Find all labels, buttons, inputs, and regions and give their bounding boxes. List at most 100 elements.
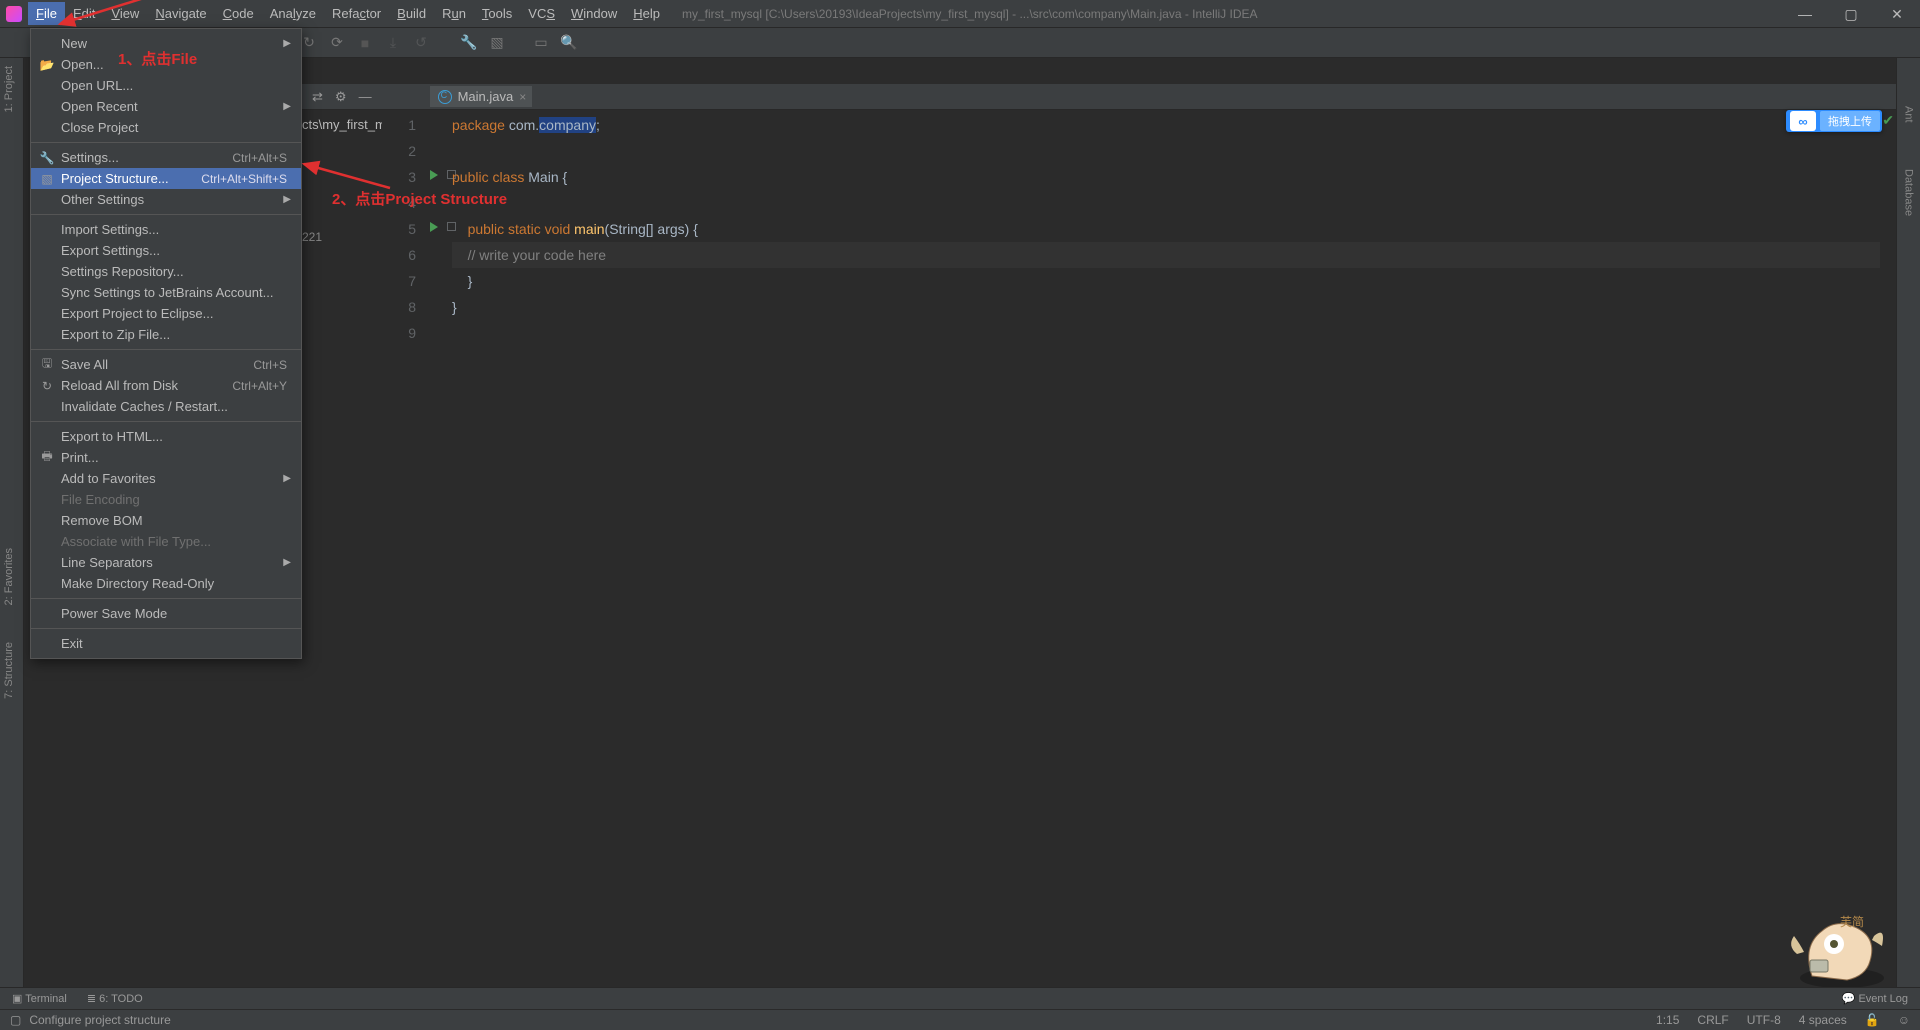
menu-tools[interactable]: Tools — [474, 2, 520, 25]
close-button[interactable]: ✕ — [1874, 0, 1920, 28]
code-line-6[interactable]: // write your code here — [452, 242, 1880, 268]
status-bar: ▢ Configure project structure 1:15 CRLF … — [0, 1009, 1920, 1030]
code-line-9[interactable] — [452, 320, 1880, 346]
left-tool-stripe: 1: Project 2: Favorites 7: Structure — [0, 58, 24, 990]
tab-label: Main.java — [458, 89, 514, 104]
status-message: Configure project structure — [29, 1013, 170, 1027]
cloud-upload-widget[interactable]: ∞ 拖拽上传 — [1786, 110, 1882, 132]
code-line-1[interactable]: package com.company; — [452, 112, 1880, 138]
hide-icon[interactable]: — — [359, 89, 372, 105]
status-line-sep[interactable]: CRLF — [1697, 1013, 1728, 1027]
editor-tab-main[interactable]: Main.java × — [430, 86, 533, 107]
collapse-icon[interactable]: ⇄ — [312, 89, 323, 105]
file-menu-save-all[interactable]: 🖫Save AllCtrl+S — [31, 354, 301, 375]
file-menu-project-structure[interactable]: ▧Project Structure...Ctrl+Alt+Shift+S — [31, 168, 301, 189]
menu-help[interactable]: Help — [625, 2, 668, 25]
file-menu-make-directory-read-only[interactable]: Make Directory Read-Only — [31, 573, 301, 594]
file-menu-exit[interactable]: Exit — [31, 633, 301, 654]
status-lock-icon[interactable]: 🔓 — [1865, 1013, 1880, 1027]
file-menu-reload-all-from-disk[interactable]: ↻Reload All from DiskCtrl+Alt+Y — [31, 375, 301, 396]
code-line-8[interactable]: } — [452, 294, 1880, 320]
gear-icon[interactable]: ⚙ — [335, 89, 347, 105]
status-hector-icon[interactable]: ☺ — [1898, 1013, 1910, 1027]
app-icon — [6, 6, 22, 22]
tool-eventlog[interactable]: 💬 Event Log — [1842, 992, 1908, 1005]
status-caret-pos[interactable]: 1:15 — [1656, 1013, 1679, 1027]
file-menu-invalidate-caches-restart[interactable]: Invalidate Caches / Restart... — [31, 396, 301, 417]
file-menu-line-separators[interactable]: Line Separators▶ — [31, 552, 301, 573]
cloud-icon: ∞ — [1790, 111, 1816, 131]
svg-text:芙简: 芙简 — [1840, 915, 1864, 929]
file-menu-sync-settings-to-jetbrains-account[interactable]: Sync Settings to JetBrains Account... — [31, 282, 301, 303]
tab-close-icon[interactable]: × — [519, 90, 526, 104]
wrench-icon[interactable]: 🔧 — [460, 34, 478, 52]
file-menu-export-project-to-eclipse[interactable]: Export Project to Eclipse... — [31, 303, 301, 324]
bottom-tool-stripe: ▣ Terminal ≣ 6: TODO 💬 Event Log — [0, 987, 1920, 1009]
file-menu-add-to-favorites[interactable]: Add to Favorites▶ — [31, 468, 301, 489]
code-line-7[interactable]: } — [452, 268, 1880, 294]
menu-window[interactable]: Window — [563, 2, 625, 25]
tool-ant[interactable]: Ant — [1900, 98, 1918, 131]
file-menu-dropdown[interactable]: New▶📂Open...Open URL...Open Recent▶Close… — [30, 28, 302, 659]
file-menu-import-settings[interactable]: Import Settings... — [31, 219, 301, 240]
menubar: FileEditViewNavigateCodeAnalyzeRefactorB… — [0, 0, 1920, 28]
code-line-5[interactable]: public static void main(String[] args) { — [452, 216, 1880, 242]
menu-refactor[interactable]: Refactor — [324, 2, 389, 25]
cloud-label: 拖拽上传 — [1820, 111, 1880, 131]
file-menu-open[interactable]: 📂Open... — [31, 54, 301, 75]
file-menu-print[interactable]: 🖶Print... — [31, 447, 301, 468]
file-menu-export-to-zip-file[interactable]: Export to Zip File... — [31, 324, 301, 345]
debug-icon[interactable]: ⤓ — [384, 34, 402, 52]
editor-code[interactable]: package com.company;public class Main { … — [452, 112, 1880, 346]
file-menu-settings[interactable]: 🔧Settings...Ctrl+Alt+S — [31, 147, 301, 168]
file-menu-file-encoding: File Encoding — [31, 489, 301, 510]
java-class-icon — [438, 90, 452, 104]
tool-project[interactable]: 1: Project — [0, 58, 18, 120]
sync-icon[interactable]: ↻ — [300, 34, 318, 52]
menu-code[interactable]: Code — [215, 2, 262, 25]
status-icon: ▢ — [10, 1013, 21, 1027]
menu-analyze[interactable]: Analyze — [262, 2, 324, 25]
file-menu-remove-bom[interactable]: Remove BOM — [31, 510, 301, 531]
search-icon[interactable]: 🔍 — [560, 34, 578, 52]
file-menu-other-settings[interactable]: Other Settings▶ — [31, 189, 301, 210]
file-menu-open-recent[interactable]: Open Recent▶ — [31, 96, 301, 117]
editor-tabs-header: ⇄ ⚙ — Main.java × — [302, 84, 1896, 110]
status-encoding[interactable]: UTF-8 — [1747, 1013, 1781, 1027]
behind-size-label: 221 — [302, 230, 322, 244]
file-menu-associate-with-file-type: Associate with File Type... — [31, 531, 301, 552]
file-menu-open-url[interactable]: Open URL... — [31, 75, 301, 96]
tool-database[interactable]: Database — [1900, 161, 1918, 224]
tool-structure[interactable]: 7: Structure — [0, 634, 18, 707]
inspection-ok-icon: ✔ — [1882, 112, 1894, 129]
status-indent[interactable]: 4 spaces — [1799, 1013, 1847, 1027]
file-menu-export-to-html[interactable]: Export to HTML... — [31, 426, 301, 447]
menu-run[interactable]: Run — [434, 2, 474, 25]
sync2-icon[interactable]: ⟳ — [328, 34, 346, 52]
maximize-button[interactable]: ▢ — [1828, 0, 1874, 28]
menu-navigate[interactable]: Navigate — [147, 2, 214, 25]
menu-build[interactable]: Build — [389, 2, 434, 25]
minimize-button[interactable]: — — [1782, 0, 1828, 28]
structure-icon[interactable]: ▧ — [488, 34, 506, 52]
file-menu-power-save-mode[interactable]: Power Save Mode — [31, 603, 301, 624]
tool-favorites[interactable]: 2: Favorites — [0, 540, 18, 613]
file-menu-export-settings[interactable]: Export Settings... — [31, 240, 301, 261]
code-line-3[interactable]: public class Main { — [452, 164, 1880, 190]
layout-icon[interactable]: ▭ — [532, 34, 550, 52]
code-line-4[interactable] — [452, 190, 1880, 216]
window-title: my_first_mysql [C:\Users\20193\IdeaProje… — [682, 7, 1258, 21]
file-menu-settings-repository[interactable]: Settings Repository... — [31, 261, 301, 282]
file-menu-close-project[interactable]: Close Project — [31, 117, 301, 138]
file-menu-new[interactable]: New▶ — [31, 33, 301, 54]
rerun-icon[interactable]: ↺ — [412, 34, 430, 52]
tool-todo[interactable]: ≣ 6: TODO — [87, 992, 143, 1005]
menu-vcs[interactable]: VCS — [520, 2, 563, 25]
mascot-image: 芙简 — [1782, 906, 1892, 996]
code-line-2[interactable] — [452, 138, 1880, 164]
code-editor[interactable]: 123456789 package com.company;public cla… — [382, 110, 1880, 990]
tool-terminal[interactable]: ▣ Terminal — [12, 992, 67, 1005]
stop-icon[interactable]: ■ — [356, 34, 374, 52]
behind-breadcrumb: cts\my_first_my — [302, 117, 392, 132]
right-tool-stripe: Ant Database — [1896, 58, 1920, 990]
